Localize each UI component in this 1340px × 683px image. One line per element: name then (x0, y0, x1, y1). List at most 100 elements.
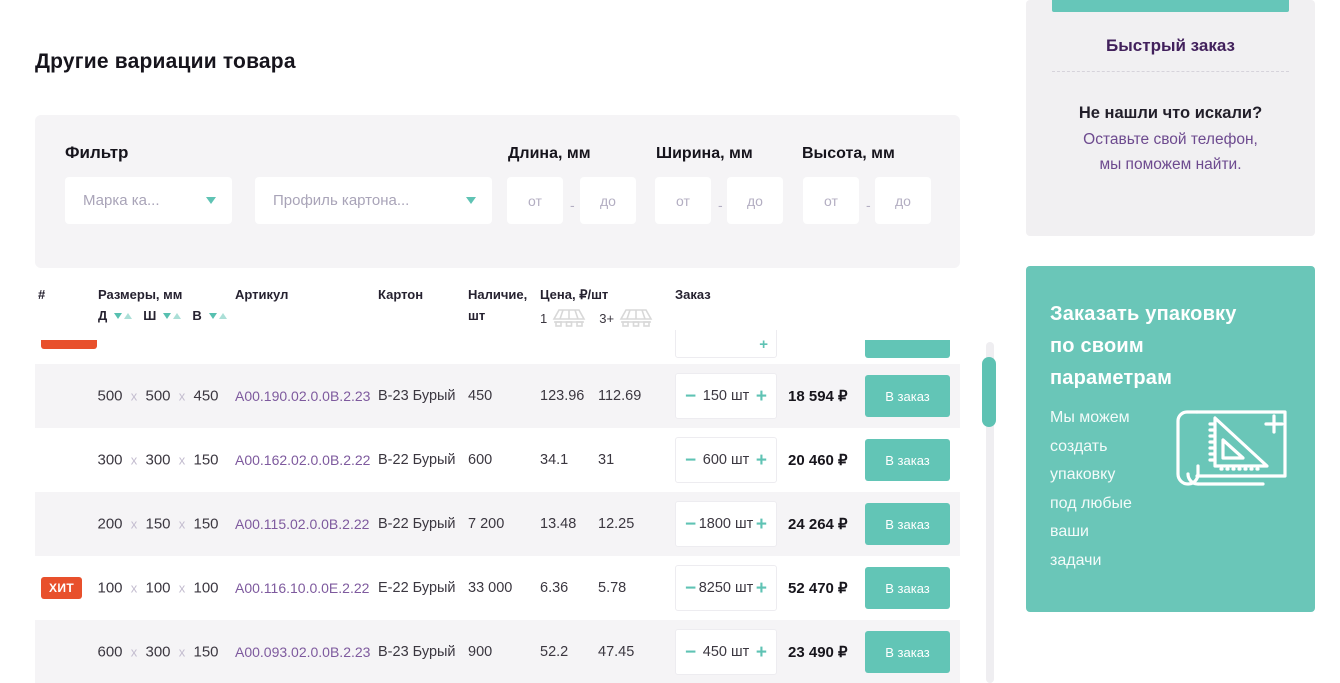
size-separator: x (175, 453, 189, 468)
sort-icon[interactable] (209, 313, 227, 319)
height-from-input[interactable] (803, 177, 859, 224)
height-to-input[interactable] (875, 177, 931, 224)
height-range-label: Высота, мм (802, 145, 895, 163)
size-length: 200 (93, 516, 127, 533)
sku-link[interactable]: A00.190.02.0.0B.2.23 (235, 388, 370, 404)
size-width: 500 (141, 388, 175, 405)
qty-input[interactable]: 450 шт (703, 644, 750, 660)
length-to-input[interactable] (580, 177, 636, 224)
col-header-order: Заказ (675, 287, 711, 302)
price-tiers: 1 3+ (540, 308, 654, 328)
price-tier1-cell: 6.36 (540, 580, 568, 596)
size-width: 100 (141, 580, 175, 597)
not-found-text: мы поможем найти. (1026, 156, 1315, 174)
sku-link[interactable]: A00.116.10.0.0E.2.22 (235, 580, 369, 596)
qty-decrease-button[interactable]: − (685, 515, 696, 534)
qty-decrease-button[interactable]: − (685, 579, 696, 598)
qty-input[interactable]: 150 шт (703, 388, 750, 404)
not-found-title: Не нашли что искали? (1026, 104, 1315, 123)
board-cell: В-22 Бурый (378, 452, 456, 468)
table-row: 600x300x150A00.093.02.0.0B.2.23В-23 Буры… (35, 620, 960, 683)
quantity-stepper: −450 шт + (675, 629, 777, 675)
sort-label-width: Ш (143, 308, 156, 323)
qty-decrease-button[interactable]: − (685, 387, 696, 406)
size-separator: x (175, 389, 189, 404)
size-length: 300 (93, 452, 127, 469)
length-from-input[interactable] (507, 177, 563, 224)
sort-icon[interactable] (114, 313, 132, 319)
sku-link[interactable]: A00.162.02.0.0B.2.22 (235, 452, 370, 468)
stock-cell: 600 (468, 452, 492, 468)
size-sort-controls: Д Ш В (98, 308, 234, 323)
width-range-label: Ширина, мм (656, 145, 753, 163)
quantity-stepper: −150 шт + (675, 373, 777, 419)
stock-cell: 450 (468, 388, 492, 404)
sort-label-length: Д (98, 308, 107, 323)
size-length: 100 (93, 580, 127, 597)
qty-input[interactable]: 1800 шт (699, 516, 754, 532)
total-price: 24 264 ₽ (788, 515, 848, 533)
qty-decrease-button[interactable]: − (685, 643, 696, 662)
size-height: 150 (189, 516, 223, 533)
size-separator: x (175, 581, 189, 596)
col-header-sizes: Размеры, мм (98, 287, 182, 302)
price-tier3-cell: 12.25 (598, 516, 634, 532)
chevron-down-icon (206, 197, 216, 204)
qty-increase-button[interactable]: + (756, 451, 767, 470)
add-to-order-button[interactable]: В заказ (865, 439, 950, 481)
qty-increase-button[interactable]: + (756, 387, 767, 406)
table-row: 200x150x150A00.115.02.0.0B.2.22В-22 Буры… (35, 492, 960, 556)
col-header-board: Картон (378, 287, 423, 302)
size-height: 100 (189, 580, 223, 597)
pallet-icon (618, 308, 654, 328)
section-title: Другие вариации товара (35, 50, 296, 74)
add-to-order-button[interactable]: В заказ (865, 631, 950, 673)
banner-text: Мы можемсоздатьупаковкупод любыевашизада… (1050, 404, 1132, 575)
size-separator: x (175, 517, 189, 532)
price-tier3-cell: 112.69 (598, 388, 641, 404)
price-tier1-cell: 123.96 (540, 388, 584, 404)
size-length: 600 (93, 644, 127, 661)
table-row: 300x300x150A00.162.02.0.0B.2.22В-22 Буры… (35, 428, 960, 492)
size-separator: x (127, 517, 141, 532)
sku-link[interactable]: A00.115.02.0.0B.2.22 (235, 516, 369, 532)
col-header-stock: Наличие, (468, 287, 527, 302)
qty-input[interactable]: 600 шт (703, 452, 750, 468)
add-to-order-button[interactable]: В заказ (865, 567, 950, 609)
add-to-order-button[interactable]: В заказ (865, 503, 950, 545)
sku-link[interactable]: A00.093.02.0.0B.2.23 (235, 644, 370, 660)
page: Другие вариации товара Фильтр Марка ка..… (0, 0, 1340, 683)
qty-increase-button[interactable]: + (756, 515, 767, 534)
qty-decrease-button[interactable]: − (685, 451, 696, 470)
range-dash: - (866, 197, 871, 213)
qty-increase-button[interactable]: + (756, 643, 767, 662)
partial-row: + (35, 330, 960, 364)
quick-order-top-button[interactable] (1052, 0, 1289, 12)
width-to-input[interactable] (727, 177, 783, 224)
price-tier1-cell: 52.2 (540, 644, 568, 660)
cardboard-profile-dropdown[interactable]: Профиль картона... (255, 177, 492, 224)
total-price: 20 460 ₽ (788, 451, 848, 469)
stock-cell: 900 (468, 644, 492, 660)
cardboard-brand-dropdown[interactable]: Марка ка... (65, 177, 232, 224)
price-tier-1-label: 1 (540, 311, 547, 326)
size-width: 150 (141, 516, 175, 533)
stock-cell: 7 200 (468, 516, 504, 532)
range-dash: - (718, 197, 723, 213)
length-range-label: Длина, мм (508, 145, 591, 163)
quantity-stepper: + (675, 330, 777, 358)
add-to-order-button[interactable] (865, 340, 950, 358)
size-height: 450 (189, 388, 223, 405)
custom-packaging-banner[interactable]: Заказать упаковкупо своимпараметрам Мы м… (1026, 266, 1315, 612)
pallet-icon (551, 308, 587, 328)
add-to-order-button[interactable]: В заказ (865, 375, 950, 417)
quick-order-link[interactable]: Быстрый заказ (1026, 36, 1315, 56)
price-tier3-cell: 5.78 (598, 580, 626, 596)
width-from-input[interactable] (655, 177, 711, 224)
qty-input[interactable]: 8250 шт (699, 580, 754, 596)
qty-increase-button[interactable]: + (756, 579, 767, 598)
sort-icon[interactable] (163, 313, 181, 319)
price-tier3-cell: 31 (598, 452, 614, 468)
scrollbar-thumb[interactable] (982, 357, 996, 427)
col-header-stock-unit: шт (468, 308, 485, 323)
